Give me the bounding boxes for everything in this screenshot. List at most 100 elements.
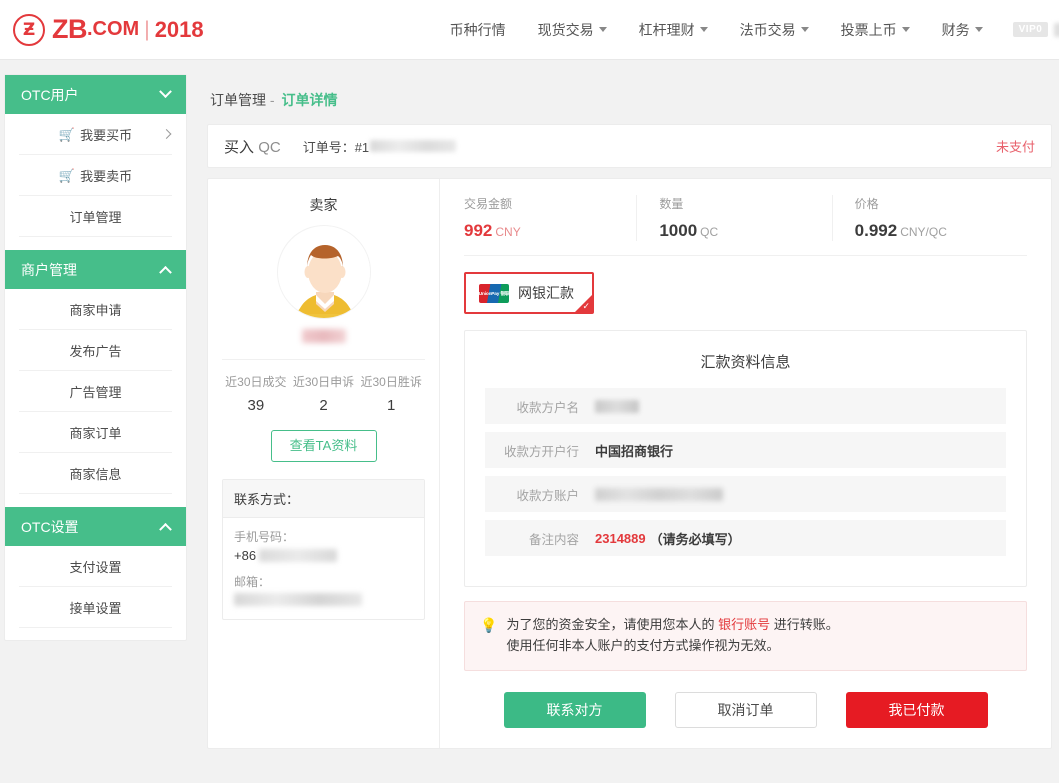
remittance-row-bank-value: 中国招商银行 [595, 443, 674, 459]
status-badge: 未支付 [995, 139, 1035, 155]
order-side-label: 买入 [224, 138, 255, 156]
remittance-row-account-name-label: 收款方户名 [516, 400, 579, 415]
stat-appeals-30d-label: 近30日申诉 [292, 375, 355, 389]
nav-item-spot-trade-label: 现货交易 [537, 21, 594, 38]
cancel-order-button[interactable]: 取消订单 [674, 691, 817, 728]
lightbulb-icon: 💡 [480, 617, 498, 633]
cart-green-icon: 🛒 [58, 167, 76, 183]
nav-item-fiat-trade[interactable]: 法币交易 [724, 20, 825, 40]
sidebar-group-otc-user-label: OTC用户 [21, 86, 79, 103]
remittance-row-account-name: 收款方户名 [485, 388, 1006, 424]
chevron-up-icon [159, 522, 172, 536]
chevron-down-icon [159, 85, 172, 99]
sidebar-item-order-management[interactable]: 订单管理 [19, 196, 172, 237]
brand-com-text: .COM [87, 18, 140, 40]
chevron-down-icon [800, 27, 809, 32]
nav-item-vote-listing-label: 投票上币 [840, 21, 897, 38]
sidebar-group-otc-user[interactable]: OTC用户 [5, 75, 186, 114]
sidebar-item-merchant-info-label: 商家信息 [69, 466, 122, 482]
memo-code: 2314889 [595, 530, 646, 546]
sidebar-item-merchant-orders-label: 商家订单 [69, 425, 122, 441]
main-content: 订单管理 - 订单详情 买入 QC 订单号：#1 未支付 卖家 近30日成交 3… [207, 74, 1052, 749]
sidebar-item-order-accept-settings[interactable]: 接单设置 [19, 587, 172, 628]
remittance-row-memo-label: 备注内容 [528, 532, 579, 547]
warning-line1-after: 进行转账。 [770, 617, 839, 632]
cart-red-icon: 🛒 [58, 126, 76, 142]
phone-label: 手机号码： [234, 530, 295, 544]
sidebar-item-post-ad[interactable]: 发布广告 [19, 330, 172, 371]
sidebar-item-merchant-apply[interactable]: 商家申请 [19, 289, 172, 330]
warning-line1-before: 为了您的资金安全，请使用您本人的 [506, 617, 719, 632]
trade-quantity: 数量 1000 QC [636, 195, 831, 241]
sidebar-item-merchant-info[interactable]: 商家信息 [19, 453, 172, 494]
sidebar-item-payment-settings-label: 支付设置 [69, 559, 122, 575]
trade-price-unit: CNY/QC [900, 225, 947, 239]
order-info-panel: 交易金额 992CNY 数量 1000QC 价格 0.992CNY/QC [440, 179, 1051, 748]
breadcrumb-parent[interactable]: 订单管理 [210, 92, 266, 108]
payment-method-label: 网银汇款 [518, 285, 574, 301]
nav-item-market[interactable]: 币种行情 [434, 20, 522, 40]
vip-level-badge: VIP0 [1012, 22, 1049, 37]
mark-as-paid-button[interactable]: 我已付款 [845, 691, 988, 728]
unionpay-icon: UnionPay 银联 [479, 283, 509, 303]
order-number-label: 订单号：#1 [302, 139, 370, 155]
email-label: 邮箱： [234, 575, 271, 589]
sidebar-group-otc-settings[interactable]: OTC设置 [5, 507, 186, 546]
remittance-info-title: 汇款资料信息 [700, 354, 791, 371]
trade-price-number: 0.992 [854, 221, 898, 240]
user-account-menu[interactable]: VIP0 [1012, 22, 1059, 37]
chevron-right-icon [161, 129, 172, 139]
remittance-row-memo: 备注内容 2314889 （请务必填写） [485, 520, 1006, 556]
nav-item-spot-trade[interactable]: 现货交易 [522, 20, 623, 40]
chevron-down-icon [699, 27, 708, 32]
brand-year-text: 2018 [154, 16, 204, 42]
remittance-row-account-name-value [595, 399, 639, 413]
contact-counterparty-button[interactable]: 联系对方 [503, 691, 646, 728]
stat-trades-30d: 近30日成交 39 [222, 373, 290, 414]
view-profile-button[interactable]: 查看TA资料 [270, 430, 377, 462]
chevron-down-icon [901, 27, 910, 32]
sidebar-group-merchant[interactable]: 商户管理 [5, 250, 186, 289]
trade-quantity-number: 1000 [659, 221, 698, 240]
remittance-row-account-number-label: 收款方账户 [516, 488, 579, 503]
order-number-masked [370, 140, 457, 152]
trade-price: 价格 0.992 CNY/QC [831, 195, 1027, 241]
nav-item-leverage[interactable]: 杠杆理财 [623, 20, 724, 40]
sidebar-item-post-ad-label: 发布广告 [69, 343, 122, 359]
nav-item-fiat-trade-label: 法币交易 [739, 21, 796, 38]
phone-value: +86 [234, 548, 413, 563]
zb-logo-mark-icon: Ƶ [13, 13, 45, 46]
sidebar-item-sell-coin[interactable]: 🛒 我要卖币 [19, 155, 172, 196]
payment-method-tab-bank-transfer[interactable]: UnionPay 银联 网银汇款 ✓ [464, 272, 594, 314]
chevron-down-icon [974, 27, 983, 32]
username-masked [1054, 22, 1059, 37]
sidebar-group-otc-settings-label: OTC设置 [21, 518, 79, 535]
email-block: 邮箱： [234, 573, 413, 606]
trade-quantity-value: 1000 QC [659, 221, 817, 241]
stat-appeals-won-30d-value: 1 [387, 397, 396, 414]
contact-info-body: 手机号码： +86 邮箱： [223, 518, 424, 619]
nav-item-leverage-label: 杠杆理财 [638, 21, 695, 38]
sidebar-item-payment-settings[interactable]: 支付设置 [19, 546, 172, 587]
sidebar-item-sell-coin-label: 我要卖币 [80, 168, 133, 184]
top-nav-items: 币种行情 现货交易 杠杆理财 法币交易 投票上币 财务 VIP0 [434, 20, 1059, 40]
remittance-info-panel: 汇款资料信息 收款方户名 收款方开户行 中国招商银行 收款方账户 备注内容 23… [464, 330, 1027, 587]
warning-line2: 使用任何非本人账户的支付方式操作视为无效。 [506, 637, 780, 653]
sidebar-group-merchant-label: 商户管理 [21, 261, 77, 278]
nav-item-vote-listing[interactable]: 投票上币 [825, 20, 926, 40]
sidebar-item-merchant-orders[interactable]: 商家订单 [19, 412, 172, 453]
trade-quantity-label: 数量 [659, 197, 684, 211]
site-logo[interactable]: Ƶ ZB .COM | 2018 [13, 13, 204, 46]
nav-item-finance[interactable]: 财务 [926, 20, 999, 40]
seller-panel: 卖家 近30日成交 39 近30日申诉 2 近30日胜诉 1 查看TA资料 联系… [208, 179, 440, 748]
stat-appeals-30d-value: 2 [319, 397, 328, 414]
stat-trades-30d-value: 39 [247, 397, 265, 414]
contact-info-title: 联系方式： [223, 480, 424, 518]
remittance-row-account-number: 收款方账户 [485, 476, 1006, 512]
seller-name-masked [301, 329, 346, 343]
remittance-row-memo-value: 2314889 （请务必填写） [595, 529, 741, 548]
stat-appeals-won-30d: 近30日胜诉 1 [357, 373, 425, 414]
sidebar-item-ad-management[interactable]: 广告管理 [19, 371, 172, 412]
sidebar-item-buy-coin-label: 我要买币 [80, 127, 133, 143]
sidebar-item-buy-coin[interactable]: 🛒 我要买币 [19, 114, 172, 155]
